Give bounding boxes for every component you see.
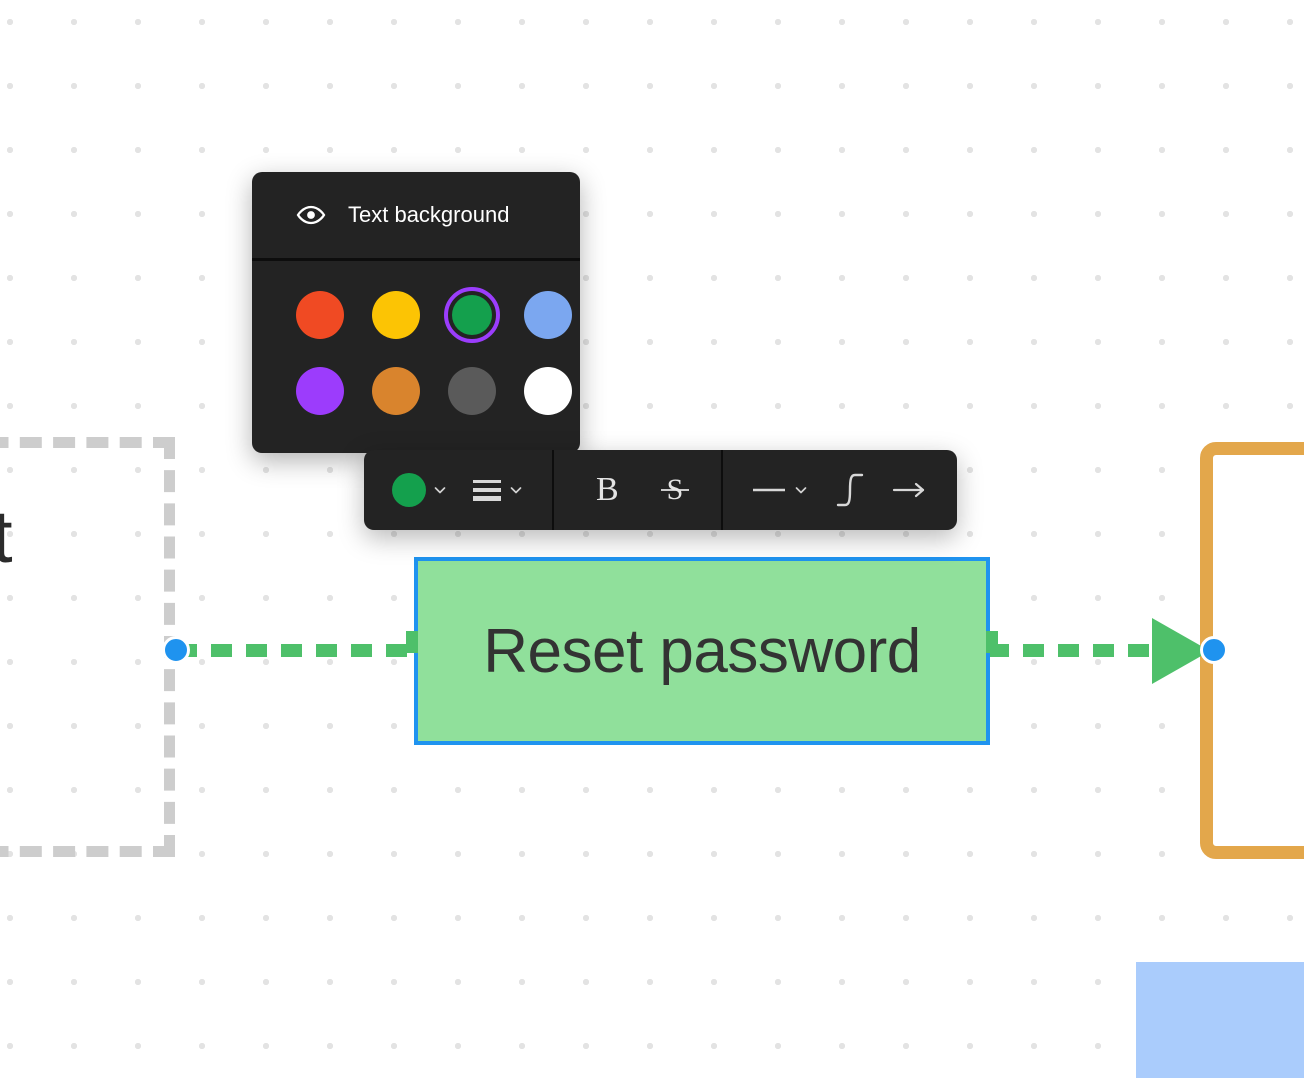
toolbar-group-line [720,450,957,530]
node-label: Reset password [483,616,921,686]
swatch-dot [524,291,572,339]
shapes-layer: t Reset password [0,0,1304,1078]
strikethrough-icon: S [657,471,693,509]
bold-button[interactable]: B [570,467,645,513]
node-handle-right[interactable] [986,631,998,653]
color-swatch-white[interactable] [520,363,576,419]
edge-format-toolbar[interactable]: B S [364,450,957,530]
edge-target-handle[interactable] [1200,636,1228,664]
swatch-dot [296,367,344,415]
toolbar-group-appearance [364,450,552,530]
line-style-button[interactable] [739,474,821,506]
swatch-dot [296,291,344,339]
reset-password-node[interactable]: Reset password [406,557,998,745]
swatch-dot [372,291,420,339]
chevron-down-icon [432,482,448,498]
eye-icon[interactable] [296,200,326,230]
color-swatch-purple[interactable] [292,363,348,419]
diagram-canvas[interactable]: t Reset password Text background B S [0,0,1304,1078]
text-background-color-popup[interactable]: Text background [252,172,580,453]
line-curve-button[interactable] [821,464,879,516]
line-dash-icon [751,480,787,500]
color-swatch-orange[interactable] [368,363,424,419]
color-swatch-green[interactable] [444,287,500,343]
swatch-dot [452,295,492,335]
color-swatch-red[interactable] [292,287,348,343]
color-popup-header: Text background [252,172,580,261]
color-swatch-icon [392,473,426,507]
dashed-gray-rectangle[interactable] [0,437,175,857]
swatch-dot [372,367,420,415]
color-swatch-grid[interactable] [252,261,580,453]
chevron-down-icon [793,482,809,498]
edge-source-handle[interactable] [162,636,190,664]
chevron-down-icon [508,482,524,498]
edge-segment-left[interactable] [176,644,422,657]
toolbar-group-text-style: B S [552,450,721,530]
strikethrough-button[interactable]: S [645,465,705,515]
color-popup-title: Text background [348,202,510,227]
swatch-dot [448,367,496,415]
step-curve-icon [833,470,867,510]
bold-icon: B [596,471,619,508]
node-handle-left[interactable] [406,631,418,653]
color-swatch-blue[interactable] [520,287,576,343]
line-weight-icon [472,477,502,503]
swatch-dot [524,367,572,415]
color-swatch-gray[interactable] [444,363,500,419]
arrow-right-icon [891,479,929,501]
light-blue-rectangle[interactable] [1136,962,1304,1078]
color-swatch-yellow[interactable] [368,287,424,343]
stroke-width-button[interactable] [460,471,536,509]
arrow-head-button[interactable] [879,473,941,507]
clipped-node-text: t [0,495,13,578]
stroke-color-button[interactable] [380,467,460,513]
edge-segment-right[interactable] [988,644,1158,657]
